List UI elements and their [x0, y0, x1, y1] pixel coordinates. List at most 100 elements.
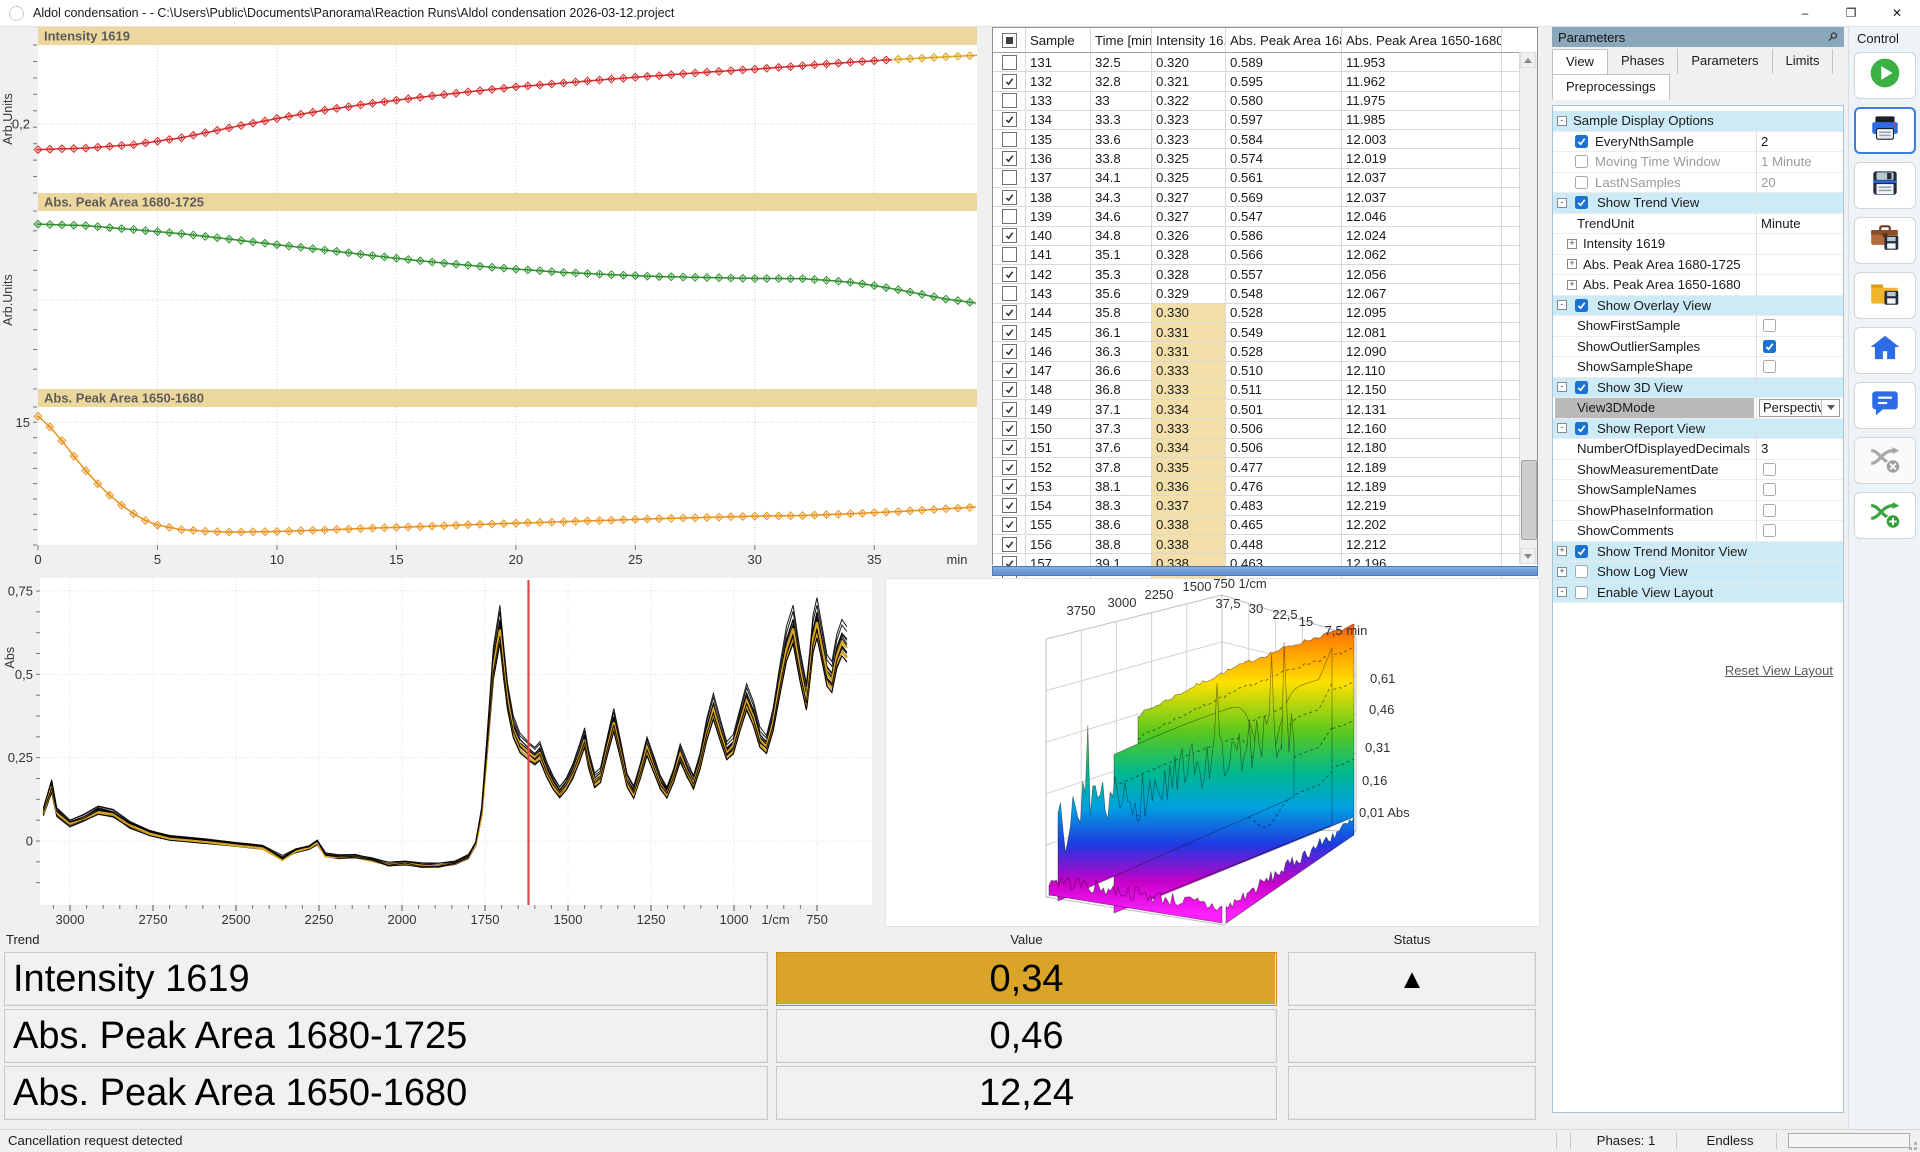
- tree-item-abs-peak-area-1680-1725[interactable]: +Abs. Peak Area 1680-1725: [1553, 255, 1843, 276]
- tab-phases[interactable]: Phases: [1608, 49, 1678, 74]
- table-row[interactable]: 14736.60.3330.51012.110: [993, 362, 1537, 381]
- value-checkbox[interactable]: [1763, 319, 1776, 332]
- tree-item-value[interactable]: 20: [1761, 173, 1839, 193]
- table-row[interactable]: 15438.30.3370.48312.219: [993, 496, 1537, 515]
- view3dmode-dropdown[interactable]: Perspective: [1759, 399, 1840, 417]
- table-row[interactable]: 14636.30.3310.52812.090: [993, 342, 1537, 361]
- row-checkbox[interactable]: [1002, 112, 1017, 127]
- row-checkbox[interactable]: [1002, 286, 1017, 301]
- expand-icon[interactable]: +: [1567, 239, 1577, 249]
- tree-section-show-log-view[interactable]: +Show Log View: [1553, 562, 1843, 583]
- tree-item-value[interactable]: 3: [1761, 439, 1839, 459]
- tree-section-show-3d-view[interactable]: -Show 3D View: [1553, 378, 1843, 399]
- section-checkbox[interactable]: [1575, 299, 1588, 312]
- row-checkbox[interactable]: [1002, 421, 1017, 436]
- scroll-down-arrow[interactable]: [1520, 548, 1536, 564]
- row-checkbox[interactable]: [1002, 151, 1017, 166]
- tree-item-showoutliersamples[interactable]: ShowOutlierSamples: [1553, 337, 1843, 358]
- overlay-spectrum-chart[interactable]: 0,750,50,250Abs3000275025002250200017501…: [0, 578, 880, 926]
- tree-section-show-trend-monitor-view[interactable]: +Show Trend Monitor View: [1553, 542, 1843, 563]
- collapse-icon[interactable]: -: [1557, 198, 1567, 208]
- section-checkbox[interactable]: [1575, 422, 1588, 435]
- tree-item-intensity-1619[interactable]: +Intensity 1619: [1553, 234, 1843, 255]
- row-checkbox[interactable]: [1002, 55, 1017, 70]
- tab-view[interactable]: View: [1552, 49, 1608, 74]
- tree-item-showcomments[interactable]: ShowComments: [1553, 521, 1843, 542]
- item-checkbox[interactable]: [1575, 176, 1588, 189]
- pin-icon[interactable]: [1824, 29, 1840, 45]
- table-row[interactable]: 15037.30.3330.50612.160: [993, 419, 1537, 438]
- table-row[interactable]: 133330.3220.58011.975: [993, 92, 1537, 111]
- item-checkbox[interactable]: [1575, 155, 1588, 168]
- table-row[interactable]: 15237.80.3350.47712.189: [993, 458, 1537, 477]
- section-checkbox[interactable]: [1575, 565, 1588, 578]
- tree-item-view3dmode[interactable]: View3DModePerspective: [1553, 398, 1843, 419]
- print-button[interactable]: [1854, 107, 1916, 154]
- tree-item-showfirstsample[interactable]: ShowFirstSample: [1553, 316, 1843, 337]
- start-button[interactable]: [1854, 52, 1916, 99]
- table-scrollbar[interactable]: [1519, 52, 1537, 564]
- comment-button[interactable]: [1854, 382, 1916, 429]
- collapse-icon[interactable]: -: [1557, 116, 1567, 126]
- sample-table[interactable]: SampleTime [min]Intensity 1619Abs. Peak …: [992, 27, 1538, 565]
- item-checkbox[interactable]: [1575, 135, 1588, 148]
- tree-section-show-overlay-view[interactable]: -Show Overlay View: [1553, 296, 1843, 317]
- table-row[interactable]: 14135.10.3280.56612.062: [993, 246, 1537, 265]
- table-row[interactable]: 14536.10.3310.54912.081: [993, 323, 1537, 342]
- table-row[interactable]: 14335.60.3290.54812.067: [993, 284, 1537, 303]
- tree-item-showmeasurementdate[interactable]: ShowMeasurementDate: [1553, 460, 1843, 481]
- row-checkbox[interactable]: [1002, 479, 1017, 494]
- spectra-3d-chart[interactable]: 3750300022501500750 1/cm37,53022,5157,5 …: [885, 578, 1540, 927]
- table-row[interactable]: 14235.30.3280.55712.056: [993, 265, 1537, 284]
- save-button[interactable]: [1854, 162, 1916, 209]
- tree-item-showphaseinformation[interactable]: ShowPhaseInformation: [1553, 501, 1843, 522]
- maximize-button[interactable]: ❐: [1828, 0, 1874, 26]
- row-checkbox[interactable]: [1002, 93, 1017, 108]
- expand-icon[interactable]: +: [1567, 259, 1577, 269]
- row-checkbox[interactable]: [1002, 170, 1017, 185]
- row-checkbox[interactable]: [1002, 440, 1017, 455]
- section-checkbox[interactable]: [1575, 196, 1588, 209]
- table-row[interactable]: 15137.60.3340.50612.180: [993, 439, 1537, 458]
- tree-item-abs-peak-area-1650-1680[interactable]: +Abs. Peak Area 1650-1680: [1553, 275, 1843, 296]
- select-all-checkbox[interactable]: [1002, 33, 1017, 48]
- row-checkbox[interactable]: [1002, 460, 1017, 475]
- table-row[interactable]: 15538.60.3380.46512.202: [993, 516, 1537, 535]
- home-button[interactable]: [1854, 327, 1916, 374]
- tree-item-trendunit[interactable]: TrendUnitMinute: [1553, 214, 1843, 235]
- parameters-panel-header[interactable]: Parameters: [1552, 27, 1844, 47]
- tree-section-show-trend-view[interactable]: -Show Trend View: [1553, 193, 1843, 214]
- table-row[interactable]: 13834.30.3270.56912.037: [993, 188, 1537, 207]
- row-checkbox[interactable]: [1002, 537, 1017, 552]
- tab-preprocessings[interactable]: Preprocessings: [1552, 74, 1670, 100]
- row-checkbox[interactable]: [1002, 74, 1017, 89]
- value-checkbox[interactable]: [1763, 483, 1776, 496]
- tree-item-value[interactable]: 2: [1761, 132, 1839, 152]
- value-checkbox[interactable]: [1763, 504, 1776, 517]
- column-header[interactable]: Sample: [1026, 28, 1091, 52]
- row-checkbox[interactable]: [1002, 363, 1017, 378]
- row-checkbox[interactable]: [1002, 517, 1017, 532]
- table-row[interactable]: 13132.50.3200.58911.953: [993, 53, 1537, 72]
- table-row[interactable]: 14034.80.3260.58612.024: [993, 227, 1537, 246]
- section-checkbox[interactable]: [1575, 586, 1588, 599]
- table-row[interactable]: 13232.80.3210.59511.962: [993, 72, 1537, 91]
- expand-icon[interactable]: +: [1557, 546, 1567, 556]
- section-checkbox[interactable]: [1575, 545, 1588, 558]
- tab-limits[interactable]: Limits: [1773, 49, 1834, 74]
- tree-item-moving-time-window[interactable]: Moving Time Window1 Minute: [1553, 152, 1843, 173]
- row-checkbox[interactable]: [1002, 190, 1017, 205]
- save-folder-button[interactable]: [1854, 272, 1916, 319]
- value-checkbox[interactable]: [1763, 360, 1776, 373]
- row-checkbox[interactable]: [1002, 247, 1017, 262]
- tree-section-show-report-view[interactable]: -Show Report View: [1553, 419, 1843, 440]
- tree-item-showsamplenames[interactable]: ShowSampleNames: [1553, 480, 1843, 501]
- resize-grip[interactable]: [1905, 1138, 1918, 1151]
- row-checkbox[interactable]: [1002, 498, 1017, 513]
- row-checkbox[interactable]: [1002, 209, 1017, 224]
- table-row[interactable]: 14435.80.3300.52812.095: [993, 304, 1537, 323]
- expand-icon[interactable]: +: [1557, 567, 1567, 577]
- save-project-button[interactable]: [1854, 217, 1916, 264]
- table-row[interactable]: 13734.10.3250.56112.037: [993, 169, 1537, 188]
- column-header[interactable]: Abs. Peak Area 1650-1680: [1342, 28, 1502, 52]
